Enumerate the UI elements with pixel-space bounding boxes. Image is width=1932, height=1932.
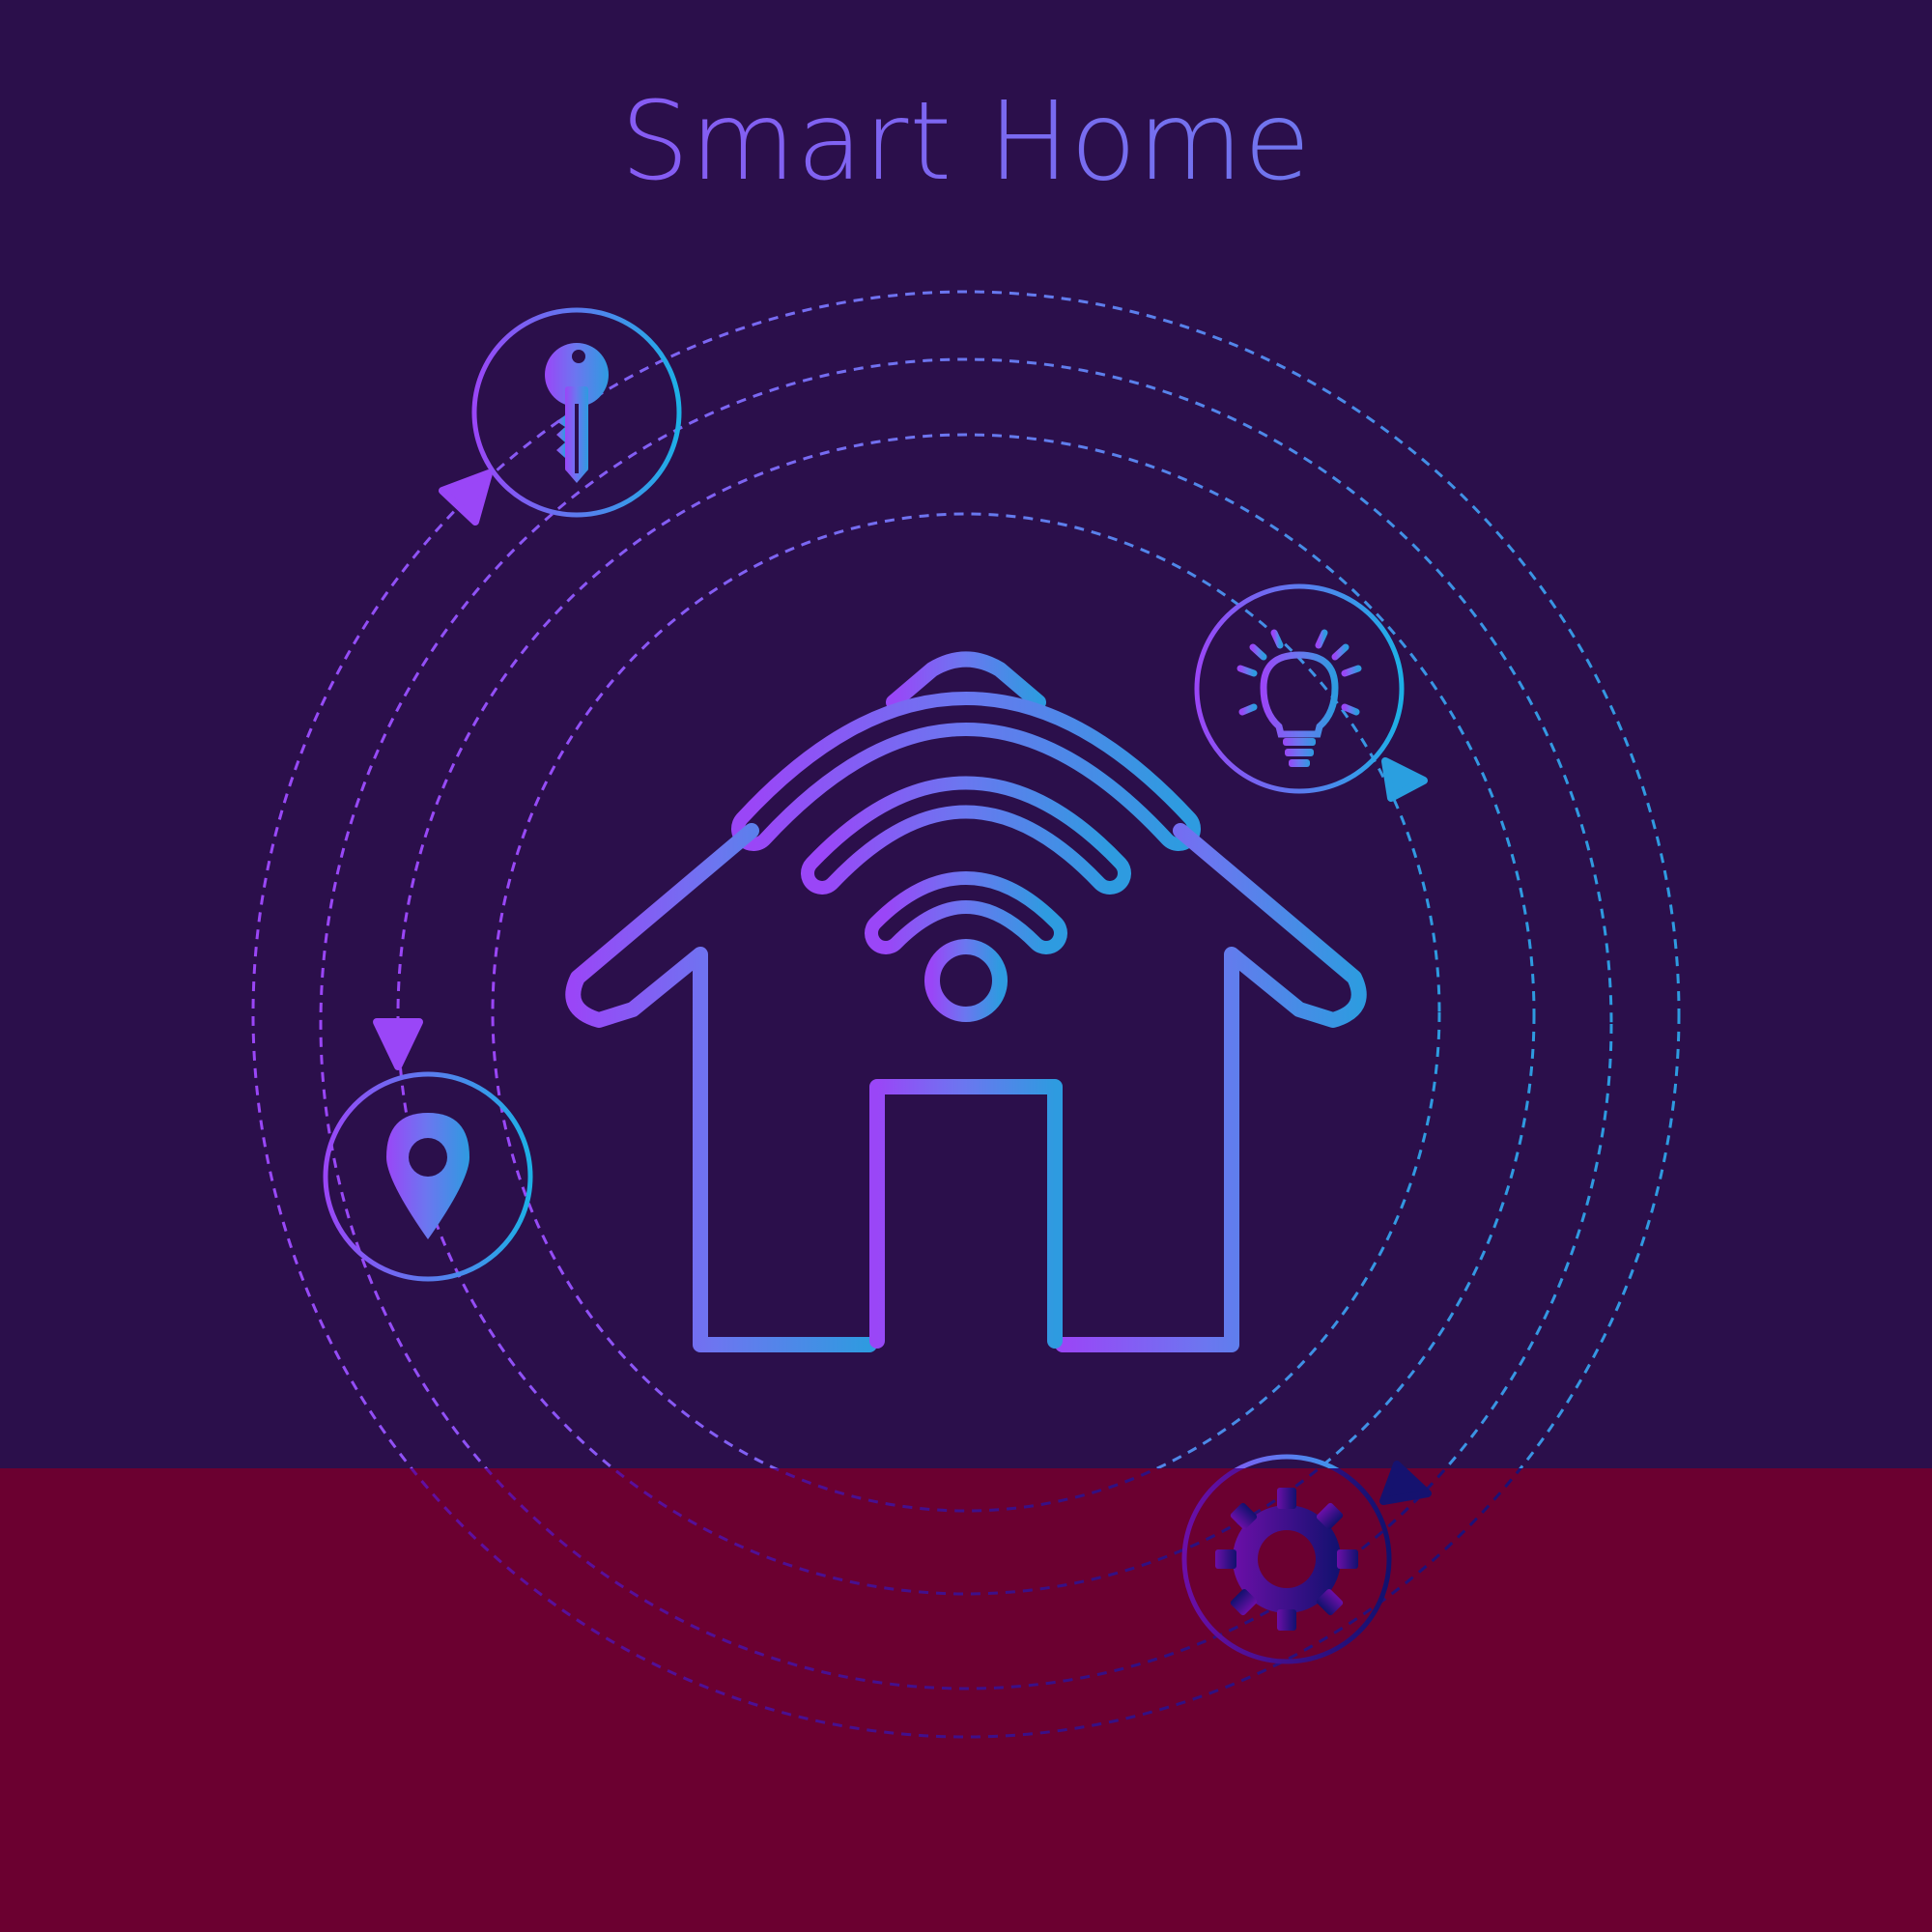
wifi-house-icon — [565, 651, 1367, 1352]
arrow-head-lower-right — [1379, 1461, 1432, 1505]
key-icon-badge — [471, 307, 682, 518]
lightbulb-base — [1283, 738, 1316, 767]
lightbulb-icon — [1231, 622, 1368, 738]
smart-home-illustration: Smart Home — [0, 0, 1932, 1932]
location-pin-icon-badge — [323, 1071, 533, 1282]
location-pin-icon — [386, 1113, 469, 1239]
illustration-canvas — [251, 290, 1681, 1739]
gear-icon-badge — [1181, 1454, 1392, 1664]
arrow-head-right — [1381, 757, 1428, 802]
lightbulb-icon-badge — [1194, 583, 1405, 794]
arrow-head-left — [373, 1018, 423, 1070]
